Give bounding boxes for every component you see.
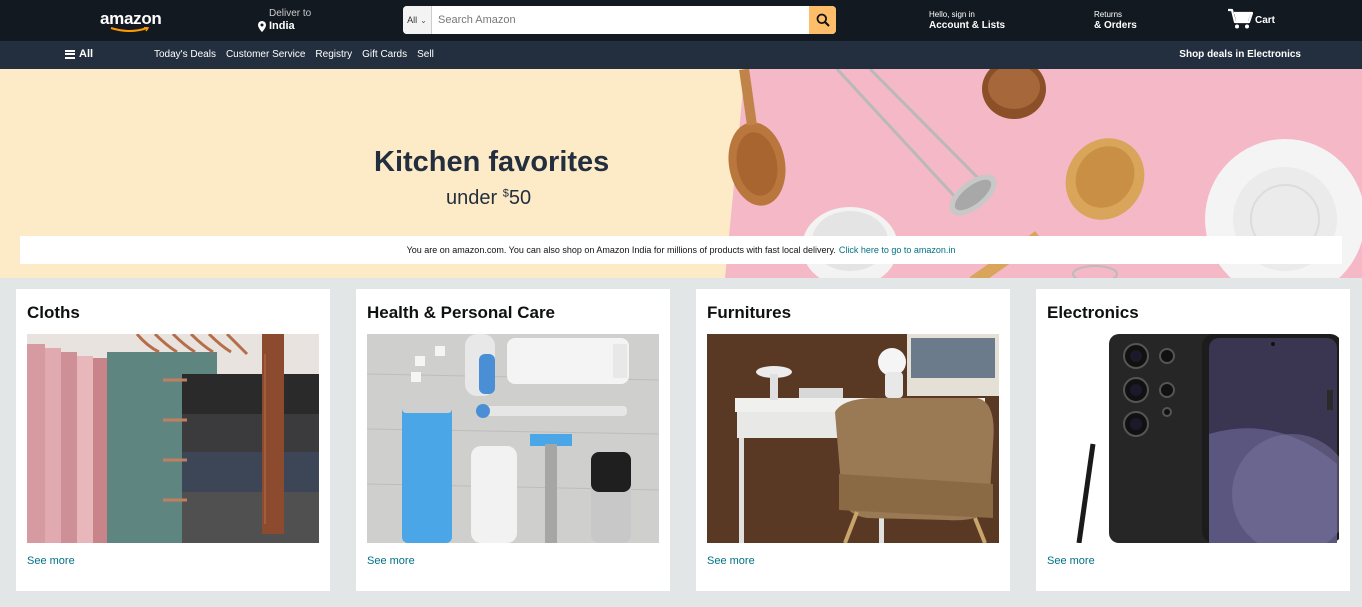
- card-title: Furnitures: [707, 303, 792, 322]
- locale-notice: You are on amazon.com. You can also shop…: [20, 236, 1342, 264]
- card-image-furnitures[interactable]: [707, 334, 999, 543]
- subnav-link-registry[interactable]: Registry: [315, 49, 352, 60]
- see-more-link[interactable]: See more: [367, 555, 415, 567]
- see-more-link[interactable]: See more: [27, 555, 75, 567]
- hero-subtitle: under $50: [446, 187, 531, 210]
- search-category-dropdown[interactable]: All ⌄: [403, 6, 432, 34]
- subnav-link-todays-deals[interactable]: Today's Deals: [154, 49, 216, 60]
- search-category-label: All: [407, 15, 418, 25]
- logo-smile-icon: [110, 27, 150, 32]
- subnav-link-sell[interactable]: Sell: [417, 49, 434, 60]
- card-image-cloths[interactable]: [27, 334, 319, 543]
- hamburger-icon: [65, 49, 75, 59]
- cart-button[interactable]: Cart: [1227, 8, 1275, 30]
- card-image-health[interactable]: [367, 334, 659, 543]
- account-greeting: Hello, sign in: [929, 10, 975, 19]
- deliver-location: India: [269, 20, 295, 32]
- top-nav: amazon Deliver to India All ⌄ Hello, sig…: [0, 0, 1362, 41]
- hero-amount: 50: [508, 187, 532, 209]
- location-pin-icon: [258, 20, 266, 32]
- subnav-link-gift-cards[interactable]: Gift Cards: [362, 49, 407, 60]
- search-button[interactable]: [809, 6, 836, 34]
- hero-subtitle-prefix: under: [446, 187, 503, 209]
- search-icon: [816, 13, 830, 27]
- subnav-link-customer-service[interactable]: Customer Service: [226, 49, 305, 60]
- category-card-electronics: Electronics See more: [1036, 289, 1350, 591]
- card-image-electronics[interactable]: [1047, 334, 1339, 543]
- subnav-promo-link[interactable]: Shop deals in Electronics: [1179, 49, 1301, 60]
- search-bar: All ⌄: [403, 6, 836, 34]
- account-menu[interactable]: Hello, sign in Account & Lists: [929, 10, 1005, 31]
- cart-label: Cart: [1255, 15, 1276, 26]
- account-label: Account & Lists: [929, 20, 1006, 31]
- category-card-health: Health & Personal Care See more: [356, 289, 670, 591]
- category-card-cloths: Cloths See more: [16, 289, 330, 591]
- subnav-links: Today's Deals Customer Service Registry …: [154, 49, 434, 60]
- card-title: Cloths: [27, 303, 80, 322]
- see-more-link[interactable]: See more: [707, 555, 755, 567]
- see-more-link[interactable]: See more: [1047, 555, 1095, 567]
- locale-notice-link[interactable]: Click here to go to amazon.in: [839, 245, 956, 255]
- all-menu-button[interactable]: All: [65, 48, 93, 60]
- amazon-logo[interactable]: amazon: [100, 9, 162, 29]
- deliver-label: Deliver to: [269, 8, 312, 19]
- hero-title: Kitchen favorites: [374, 146, 610, 178]
- search-input[interactable]: [432, 6, 809, 34]
- orders-label: & Orders: [1094, 20, 1137, 31]
- card-title: Health & Personal Care: [367, 303, 556, 322]
- returns-orders[interactable]: Returns & Orders: [1094, 10, 1137, 31]
- cart-icon: [1228, 8, 1253, 29]
- category-card-furnitures: Furnitures See more: [696, 289, 1010, 591]
- card-title: Electronics: [1047, 303, 1139, 322]
- deliver-to[interactable]: Deliver to India: [258, 8, 311, 32]
- returns-label: Returns: [1094, 10, 1123, 19]
- chevron-down-icon: ⌄: [420, 15, 427, 25]
- sub-nav: All Today's Deals Customer Service Regis…: [0, 41, 1362, 69]
- locale-notice-text: You are on amazon.com. You can also shop…: [406, 245, 836, 255]
- all-menu-label: All: [79, 48, 94, 60]
